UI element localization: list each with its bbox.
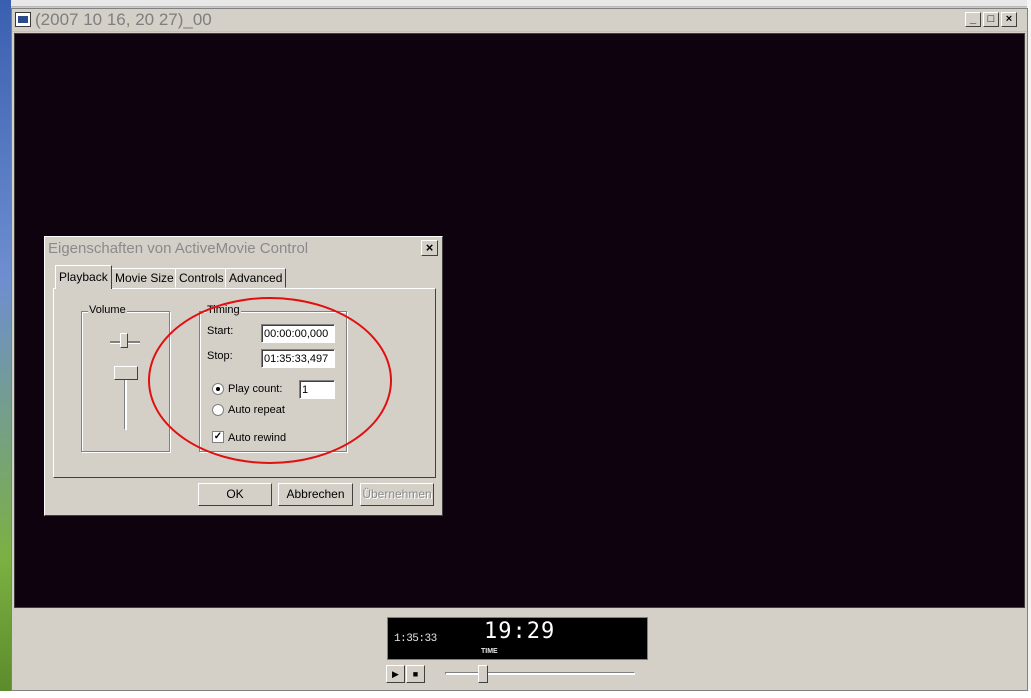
- current-time: 19:29: [484, 619, 556, 644]
- start-field[interactable]: [261, 324, 335, 343]
- dialog-title: Eigenschaften von ActiveMovie Control: [48, 240, 309, 257]
- timing-label: Timing: [206, 304, 241, 316]
- time-display: 1:35:33 19:29 TIME: [387, 617, 648, 660]
- timing-group: Timing Start: Stop: Play count: Auto rep…: [199, 304, 347, 452]
- dialog-close-button[interactable]: ×: [421, 240, 438, 256]
- volume-label: Volume: [88, 304, 127, 316]
- stop-icon: ■: [412, 669, 419, 679]
- playback-panel: Volume Timing Start: Stop: Play count: A…: [53, 288, 436, 478]
- tab-advanced[interactable]: Advanced: [225, 268, 287, 288]
- desktop-wallpaper-edge: [0, 0, 11, 698]
- tab-playback[interactable]: Playback: [55, 265, 112, 289]
- total-time: 1:35:33: [394, 633, 437, 645]
- window-title: (2007 10 16, 20 27)_00: [35, 10, 212, 29]
- play-count-label: Play count:: [228, 383, 283, 395]
- minimize-button[interactable]: _: [965, 12, 981, 27]
- stop-button[interactable]: ■: [406, 665, 425, 683]
- play-button[interactable]: ▶: [386, 665, 405, 683]
- play-count-radio[interactable]: [212, 383, 224, 395]
- volume-group: Volume: [81, 304, 170, 452]
- properties-dialog: Eigenschaften von ActiveMovie Control × …: [44, 236, 443, 516]
- play-icon: ▶: [392, 669, 399, 679]
- desktop-top-strip: [0, 0, 1031, 7]
- auto-repeat-radio[interactable]: [212, 404, 224, 416]
- play-count-field[interactable]: [299, 380, 335, 399]
- seek-thumb[interactable]: [478, 665, 488, 683]
- ok-button[interactable]: OK: [198, 483, 272, 506]
- desktop-bottom-strip: [0, 691, 1031, 698]
- stop-label: Stop:: [207, 350, 233, 362]
- app-icon[interactable]: [15, 12, 31, 27]
- stop-field[interactable]: [261, 349, 335, 368]
- auto-rewind-label: Auto rewind: [228, 432, 287, 444]
- cancel-button[interactable]: Abbrechen: [278, 483, 353, 506]
- volume-thumb[interactable]: [114, 366, 138, 380]
- seek-bar[interactable]: [445, 672, 635, 675]
- time-label: TIME: [481, 648, 498, 655]
- tab-controls[interactable]: Controls: [175, 268, 228, 288]
- tab-movie-size[interactable]: Movie Size: [111, 268, 178, 288]
- maximize-button[interactable]: □: [983, 12, 999, 27]
- balance-thumb[interactable]: [120, 333, 128, 348]
- window-titlebar[interactable]: (2007 10 16, 20 27)_00 _ □ ×: [12, 9, 1027, 32]
- start-label: Start:: [207, 325, 234, 337]
- auto-rewind-checkbox[interactable]: ✓: [212, 431, 224, 443]
- auto-repeat-label: Auto repeat: [228, 404, 285, 416]
- close-button[interactable]: ×: [1001, 12, 1017, 27]
- apply-button[interactable]: Übernehmen: [360, 483, 434, 506]
